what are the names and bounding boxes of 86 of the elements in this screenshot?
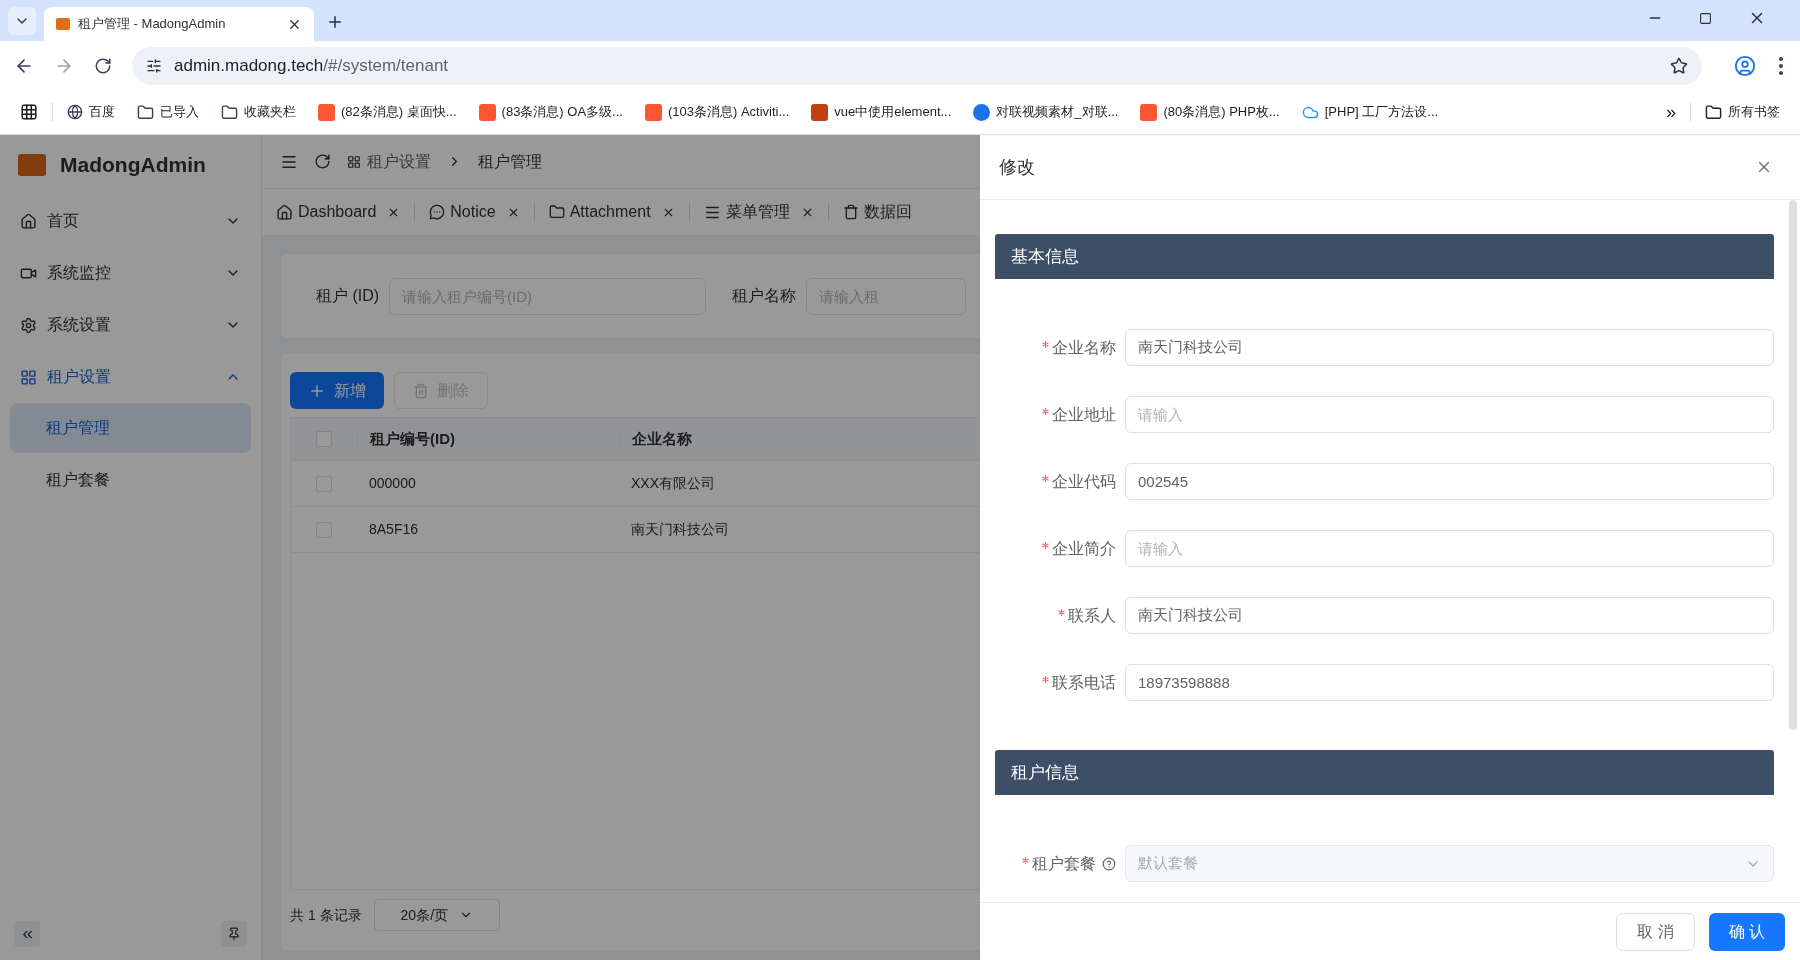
confirm-button[interactable]: 确 认 bbox=[1708, 912, 1785, 951]
scrollbar-thumb[interactable] bbox=[1789, 200, 1797, 730]
favicon-icon bbox=[56, 18, 70, 30]
grid-icon bbox=[347, 154, 361, 169]
page-size-select[interactable]: 20条/页 bbox=[373, 899, 500, 931]
field-label: 联系人 bbox=[1068, 605, 1116, 626]
refresh-icon[interactable] bbox=[314, 153, 331, 170]
table-cell-text: 南天门科技公司 bbox=[630, 520, 730, 539]
apps-icon[interactable] bbox=[20, 103, 38, 121]
input-field[interactable]: 请输入 bbox=[1125, 530, 1774, 567]
reload-icon[interactable] bbox=[94, 56, 112, 75]
collapse-button[interactable] bbox=[14, 921, 40, 947]
home-icon bbox=[276, 203, 293, 221]
sidebar-item[interactable]: 首页 bbox=[0, 195, 261, 247]
field-label: 企业地址 bbox=[1052, 404, 1116, 425]
bookmark-item[interactable]: 百度 bbox=[67, 102, 115, 122]
field-label: 租户套餐 bbox=[1032, 853, 1096, 874]
sidebar-item[interactable]: 系统监控 bbox=[0, 247, 261, 299]
sidebar-subitem[interactable]: 租户套餐 bbox=[10, 455, 251, 505]
field-label: 租户名称 bbox=[732, 286, 796, 306]
sidebar-item[interactable]: 系统设置 bbox=[0, 299, 261, 351]
maximize-icon[interactable] bbox=[1699, 11, 1712, 25]
trash-icon bbox=[413, 382, 429, 399]
folder-icon bbox=[1705, 103, 1722, 121]
page-tab[interactable]: Attachment bbox=[548, 200, 675, 224]
field-label: 企业名称 bbox=[1052, 337, 1116, 358]
sidebar-subitem[interactable]: 租户管理 bbox=[10, 403, 251, 453]
input-field[interactable]: 南天门科技公司 bbox=[1125, 329, 1774, 366]
section-header: 基本信息 bbox=[995, 234, 1774, 279]
field-label: 企业简介 bbox=[1052, 538, 1116, 559]
field-label: 联系电话 bbox=[1052, 672, 1116, 693]
table-cell-text: 000000 bbox=[368, 474, 417, 493]
section-header: 租户信息 bbox=[995, 750, 1774, 795]
logo-icon bbox=[18, 154, 46, 176]
bookmark-item[interactable]: (82条消息) 桌面快... bbox=[318, 102, 457, 122]
bin-icon bbox=[842, 204, 859, 220]
tab-title: 租户管理 - MadongAdmin bbox=[78, 15, 227, 34]
url-text: admin.madong.tech/#/system/tenant bbox=[174, 54, 449, 77]
input-field[interactable]: 南天门科技公司 bbox=[1125, 597, 1774, 634]
pin-button[interactable] bbox=[221, 921, 247, 947]
pin-icon bbox=[227, 927, 241, 941]
page-tab[interactable]: 菜单管理 bbox=[703, 200, 814, 224]
breadcrumb-item[interactable]: 租户设置 bbox=[367, 149, 431, 174]
logo-text: MadongAdmin bbox=[60, 152, 206, 179]
column-header: 租户编号(ID) bbox=[357, 427, 619, 451]
table-cell-text: XXX有限公司 bbox=[630, 474, 716, 493]
browser-tab[interactable]: 租户管理 - MadongAdmin bbox=[44, 7, 314, 41]
page-tab[interactable]: Notice bbox=[429, 200, 520, 224]
bookmark-item[interactable]: 对联视频素材_对联... bbox=[973, 102, 1119, 122]
bookmark-item[interactable]: (103条消息) Activiti... bbox=[644, 102, 790, 122]
more-bookmarks-button[interactable]: » bbox=[1666, 98, 1676, 126]
page-tab[interactable]: 数据回 bbox=[842, 200, 912, 224]
profile-icon[interactable] bbox=[1734, 54, 1756, 77]
drawer-title: 修改 bbox=[999, 155, 1035, 179]
cancel-button[interactable]: 取 消 bbox=[1616, 912, 1695, 951]
bookmark-star-icon[interactable] bbox=[1670, 56, 1688, 75]
page-tab[interactable]: Dashboard bbox=[276, 200, 401, 224]
settings-icon bbox=[20, 316, 37, 334]
field-label: 企业代码 bbox=[1052, 471, 1116, 492]
input-field[interactable]: 请输入 bbox=[1125, 396, 1774, 433]
chat-icon bbox=[429, 204, 446, 220]
sidebar-item[interactable]: 租户设置 bbox=[0, 351, 261, 403]
bookmark-item[interactable]: 所有书签 bbox=[1705, 102, 1780, 122]
bookmark-item[interactable]: 收藏夹栏 bbox=[221, 102, 296, 122]
total-count: 共 1 条记录 bbox=[290, 905, 362, 925]
bookmark-item[interactable]: 已导入 bbox=[137, 102, 199, 122]
input-field[interactable]: 18973598888 bbox=[1125, 664, 1774, 701]
home-icon bbox=[20, 212, 37, 230]
site-info-icon bbox=[146, 57, 162, 74]
input-field[interactable]: 002545 bbox=[1125, 463, 1774, 500]
tab-search-button[interactable] bbox=[8, 7, 36, 35]
grid-icon bbox=[20, 368, 37, 386]
new-tab-icon[interactable] bbox=[326, 13, 344, 31]
bookmark-item[interactable]: [PHP] 工厂方法设... bbox=[1301, 102, 1439, 122]
breadcrumb-item: 租户管理 bbox=[478, 151, 542, 172]
bookmark-item[interactable]: vue中使用element... bbox=[811, 102, 952, 122]
table-cell-text: 8A5F16 bbox=[368, 520, 420, 539]
add-button[interactable]: 新增 bbox=[290, 372, 384, 409]
globe-icon bbox=[67, 104, 83, 120]
folder-icon bbox=[221, 103, 238, 121]
folder-icon bbox=[137, 103, 154, 121]
folder-icon bbox=[548, 204, 565, 220]
address-bar[interactable]: admin.madong.tech/#/system/tenant bbox=[132, 46, 1702, 85]
field-label: 租户 (ID) bbox=[316, 286, 380, 306]
bookmark-item[interactable]: (83条消息) OA多级... bbox=[478, 102, 623, 122]
bookmark-item[interactable]: (80条消息) PHP枚... bbox=[1140, 102, 1280, 122]
